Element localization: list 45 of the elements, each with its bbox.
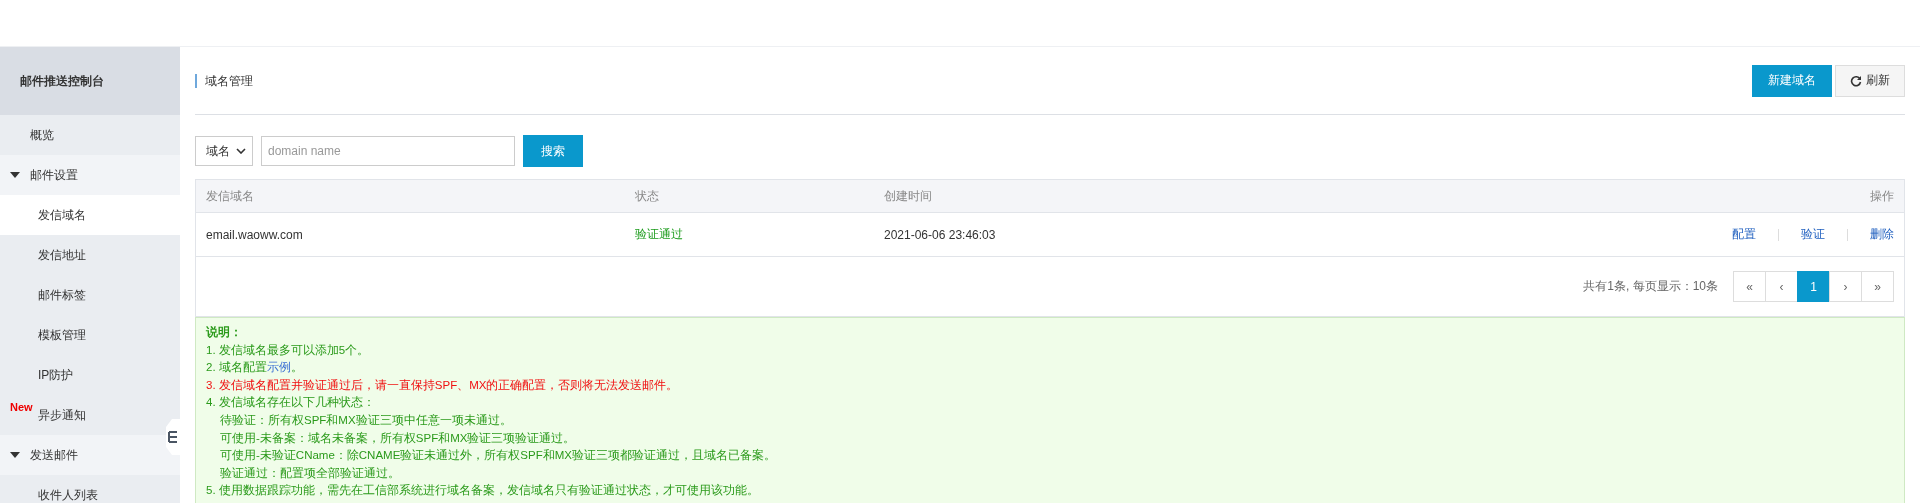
status-cell: 验证通过 bbox=[625, 212, 874, 257]
page-button[interactable]: › bbox=[1829, 271, 1862, 302]
domain-search-field[interactable]: domain name bbox=[261, 136, 515, 166]
warning-note: 3. 发信域名配置并验证通过后，请一直保持SPF、MX的正确配置，否则将无法发送邮件。 bbox=[206, 377, 680, 393]
action-link[interactable]: 验证 bbox=[1801, 227, 1825, 241]
action-link[interactable]: 删除 bbox=[1870, 227, 1894, 241]
sidebar-item[interactable]: 概览 bbox=[0, 115, 180, 155]
domain-cell: email.waoww.com bbox=[195, 212, 625, 257]
refresh-icon bbox=[1850, 74, 1862, 87]
note-line: 可使用-未备案：域名未备案，所有权SPF和MX验证三项验证通过。 bbox=[219, 430, 577, 446]
filter-select[interactable]: 域名 bbox=[195, 136, 253, 166]
note-line: 5. 使用数据跟踪功能，需先在工信部系统进行域名备案，发信域名只有验证通过状态，才可使用该功能。 bbox=[206, 483, 760, 499]
sidebar-item[interactable]: 发信地址 bbox=[0, 235, 180, 275]
sidebar-group[interactable]: 发送邮件 bbox=[0, 435, 180, 475]
collapse-handle-icon[interactable] bbox=[166, 419, 180, 455]
page-title: 域名管理 bbox=[195, 73, 253, 88]
page-button[interactable]: » bbox=[1861, 271, 1894, 302]
notes-title: 说明： bbox=[206, 325, 243, 340]
sidebar-group[interactable]: 邮件设置 bbox=[0, 155, 180, 195]
note-line: 待验证：所有权SPF和MX验证三项中任意一项未通过。 bbox=[219, 412, 513, 428]
example-link[interactable]: 示例 bbox=[266, 361, 291, 374]
refresh-button[interactable]: 刷新 bbox=[1835, 64, 1905, 97]
console-title: 邮件推送控制台 bbox=[0, 47, 180, 115]
note-line: 验证通过：配置项全部验证通过。 bbox=[219, 465, 401, 481]
created-time-cell: 2021-06-06 23:46:03 bbox=[874, 212, 1306, 257]
column-header: 发信域名 bbox=[195, 179, 625, 213]
note-line: 1. 发信域名最多可以添加5个。 bbox=[206, 342, 371, 358]
sidebar-item[interactable]: IP防护 bbox=[0, 355, 180, 395]
note-line: 可使用-未验证CName：除CNAME验证未通过外，所有权SPF和MX验证三项都验证通过，且域名已备案。 bbox=[219, 448, 777, 464]
column-header: 创建时间 bbox=[874, 179, 1306, 213]
sidebar-item[interactable]: 发信域名 bbox=[0, 195, 180, 235]
sidebar-item[interactable]: 异步通知 New bbox=[0, 395, 180, 435]
sidebar-item[interactable]: 邮件标签 bbox=[0, 275, 180, 315]
column-header: 状态 bbox=[625, 179, 874, 213]
chevron-down-icon bbox=[236, 148, 246, 154]
column-header: 操作 bbox=[1305, 179, 1905, 213]
action-link[interactable]: 配置 bbox=[1732, 227, 1756, 241]
page-button[interactable]: « bbox=[1733, 271, 1766, 302]
sidebar-item[interactable]: 模板管理 bbox=[0, 315, 180, 355]
note-line: 2. 域名配置示例。 bbox=[206, 360, 304, 376]
note-line: 4. 发信域名存在以下几种状态： bbox=[206, 395, 376, 411]
new-label: New bbox=[10, 401, 33, 413]
sidebar-item[interactable]: 收件人列表 bbox=[0, 475, 180, 503]
page-button[interactable]: ‹ bbox=[1765, 271, 1798, 302]
pagination-summary: 共有1条, 每页显示：10条 bbox=[1583, 278, 1718, 295]
